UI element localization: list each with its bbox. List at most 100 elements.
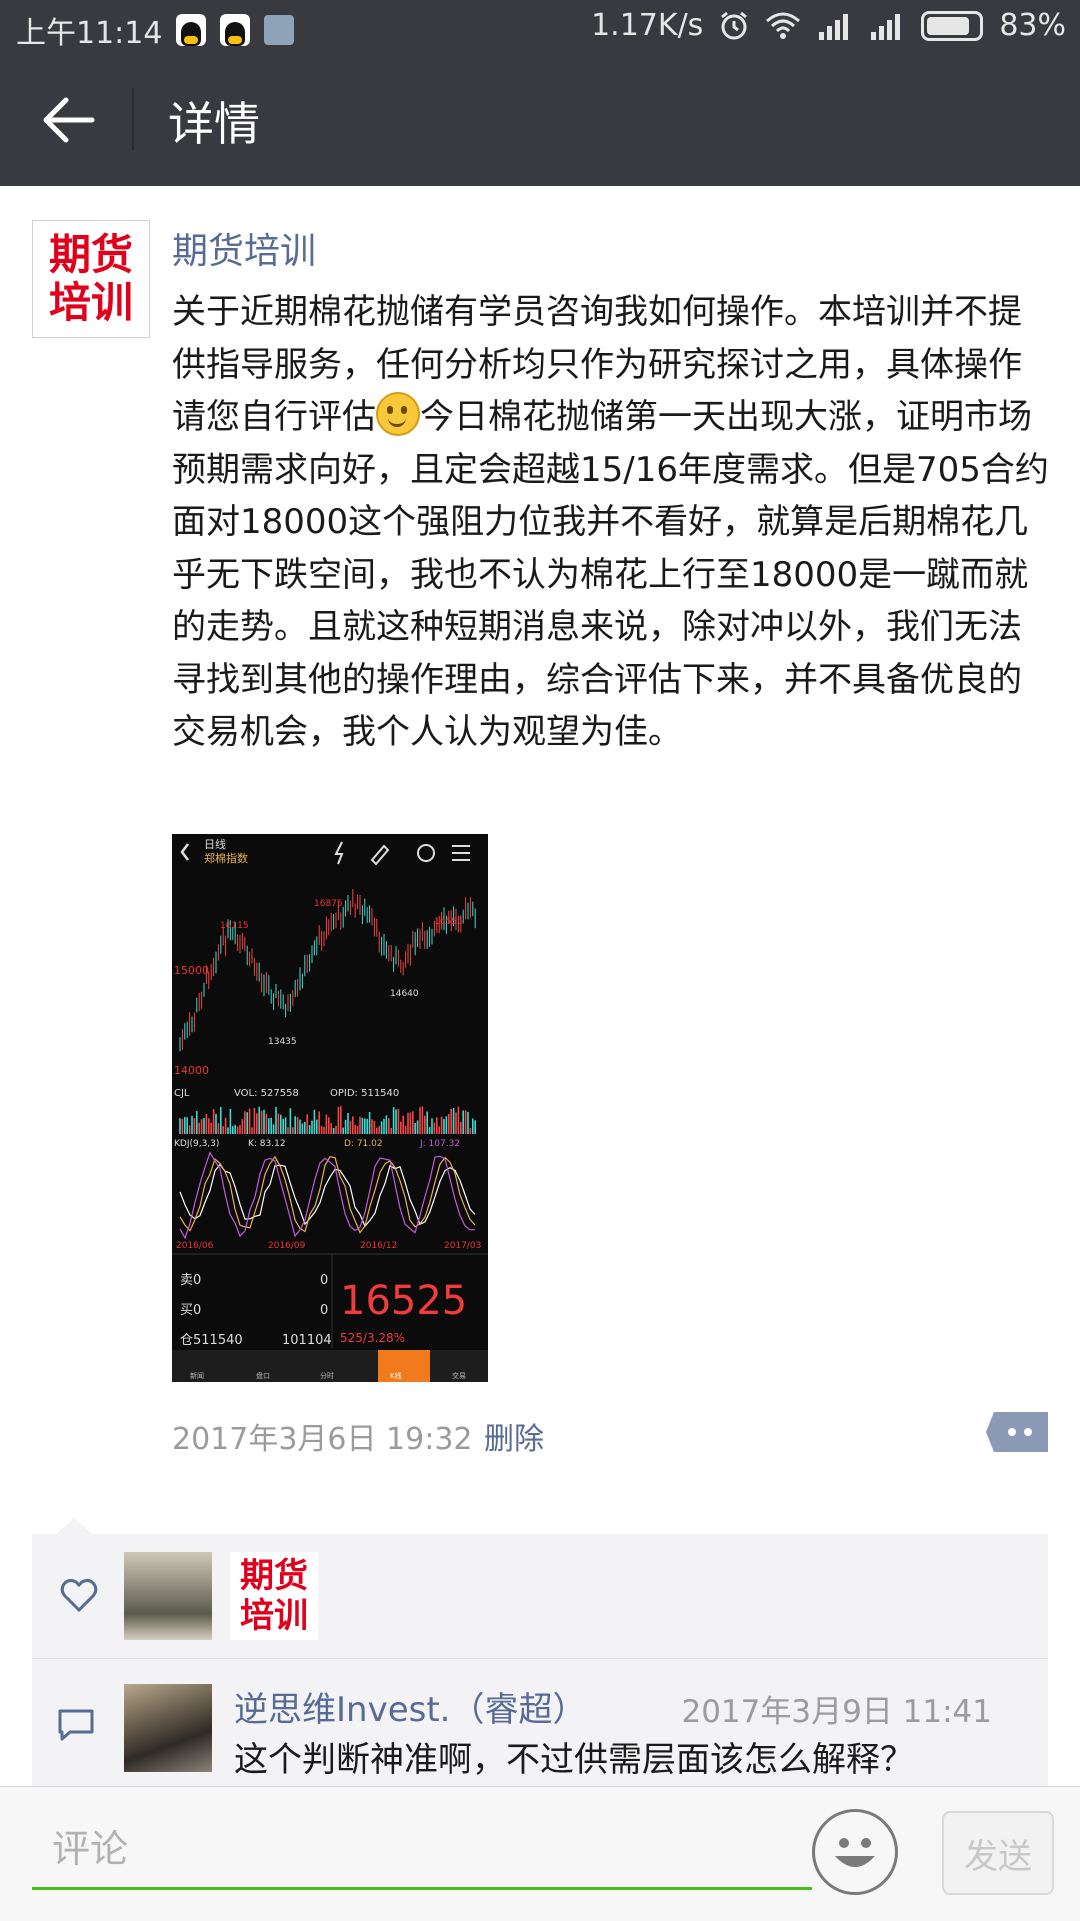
comment-time: 2017年3月9日 11:41 [681,1694,992,1730]
volume-bar [246,1112,248,1134]
volume-bar [455,1112,457,1134]
volume-bar [342,1127,344,1134]
buy-value: 0 [320,1303,328,1318]
sell-label: 卖0 [180,1273,201,1288]
volume-bar [188,1125,191,1134]
volume-bar [306,1114,308,1134]
chart-tab: 盘口 [256,1371,270,1380]
commenter-name[interactable]: 逆思维Invest.（睿超） [234,1682,586,1731]
delete-link[interactable]: 删除 [484,1414,544,1458]
signal-icon [819,13,849,40]
commenter-avatar[interactable] [124,1684,212,1772]
volume-bar [356,1125,359,1134]
comment-item[interactable]: 逆思维Invest.（睿超） 2017年3月9日 11:41 这个判断神准啊，不… [32,1658,1048,1794]
volume-bar [371,1119,373,1134]
volume-bar [414,1122,416,1134]
price-level: 16555 [434,917,463,927]
volume-bar [366,1118,368,1134]
emoji-button[interactable] [812,1809,898,1895]
volume-bar [294,1116,296,1134]
send-button[interactable]: 发送 [942,1811,1054,1895]
volume-bar [344,1119,347,1134]
volume-bar [428,1127,431,1134]
volume-bar [191,1115,193,1134]
volume-bar [392,1107,395,1134]
volume-bar [296,1117,299,1134]
qq-icon [176,14,207,46]
volume-bar [373,1120,376,1134]
volume-bar [224,1117,227,1134]
volume-bar [469,1127,472,1134]
volume-bar [263,1109,265,1134]
volume-bar [388,1118,390,1134]
vol-label: CJL [174,1088,190,1099]
volume-bar [332,1127,335,1134]
opid-text: OPID: 511540 [330,1088,399,1099]
kdj-j: J: 107.32 [419,1139,460,1149]
comment-bubble-icon [58,1709,94,1741]
wifi-icon [766,12,801,39]
volume-bar [272,1124,275,1134]
kdj-k: K: 83.12 [248,1139,286,1149]
volume-bar [450,1108,452,1134]
buy-label: 买0 [180,1303,201,1318]
volume-bar [467,1111,469,1134]
price-level: 16115 [220,921,249,931]
stock-chart-image: 日线 郑棉指数 16115 16875 16555 15000 14640 13… [172,834,488,1382]
volume-bar [299,1119,301,1134]
volume-bar [448,1113,450,1134]
volume-bar [409,1112,412,1134]
post-content: 关于近期棉花抛储有学员咨询我如何操作。本培训并不提供指导服务，任何分析均只作为研… [172,286,1052,759]
post-author-avatar[interactable]: 期货 培训 [32,220,150,338]
post-author-name[interactable]: 期货培训 [172,222,316,274]
volume-bar [352,1116,354,1134]
chart-date: 2016/09 [268,1241,306,1251]
post-image[interactable]: 日线 郑棉指数 16115 16875 16555 15000 14640 13… [172,834,488,1382]
volume-bar [210,1122,212,1134]
volume-bar [304,1121,306,1134]
volume-bar [265,1113,268,1134]
volume-bar [275,1106,277,1134]
avatar-text: 期货 [240,1556,308,1596]
qq-icon [220,14,251,46]
volume-bar [404,1125,407,1134]
volume-bar [426,1111,428,1134]
comment-text: 这个判断神准啊，不过供需层面该怎么解释？ [234,1740,914,1780]
vol-text: VOL: 527558 [234,1088,299,1099]
volume-bar [380,1121,383,1134]
volume-bar [347,1113,349,1134]
volume-bar [220,1106,222,1134]
like-user-avatar[interactable]: 期货 培训 [230,1552,318,1640]
volume-bar [443,1119,445,1134]
alarm-icon [721,11,748,39]
like-user-avatar[interactable] [124,1552,212,1640]
volume-bar [383,1118,385,1134]
volume-bar [419,1107,421,1134]
volume-bar [186,1117,188,1134]
volume-bar [212,1109,215,1134]
volume-bar [181,1118,184,1134]
volume-bar [402,1115,404,1134]
volume-bar [270,1117,272,1134]
volume-bar [385,1115,388,1134]
avatar-text: 期货 [48,230,133,279]
comment-input[interactable] [32,1811,812,1890]
title-divider [132,88,134,150]
volume-bar [208,1118,210,1134]
volume-bar [205,1113,208,1134]
volume-bar [239,1124,241,1134]
volume-bar [236,1126,239,1134]
message-icon [264,15,295,45]
comment-pointer [56,1518,92,1534]
price-level: 15000 [174,964,209,977]
volume-bar [325,1114,328,1134]
volume-bar [308,1125,311,1134]
volume-bar [368,1111,371,1134]
back-arrow-icon[interactable] [40,94,96,146]
more-comment-icon[interactable] [986,1412,1048,1452]
volume-bar [472,1118,474,1134]
volume-bar [241,1119,244,1134]
volume-bar [457,1106,460,1134]
volume-bar [412,1111,414,1134]
volume-bar [407,1112,409,1134]
